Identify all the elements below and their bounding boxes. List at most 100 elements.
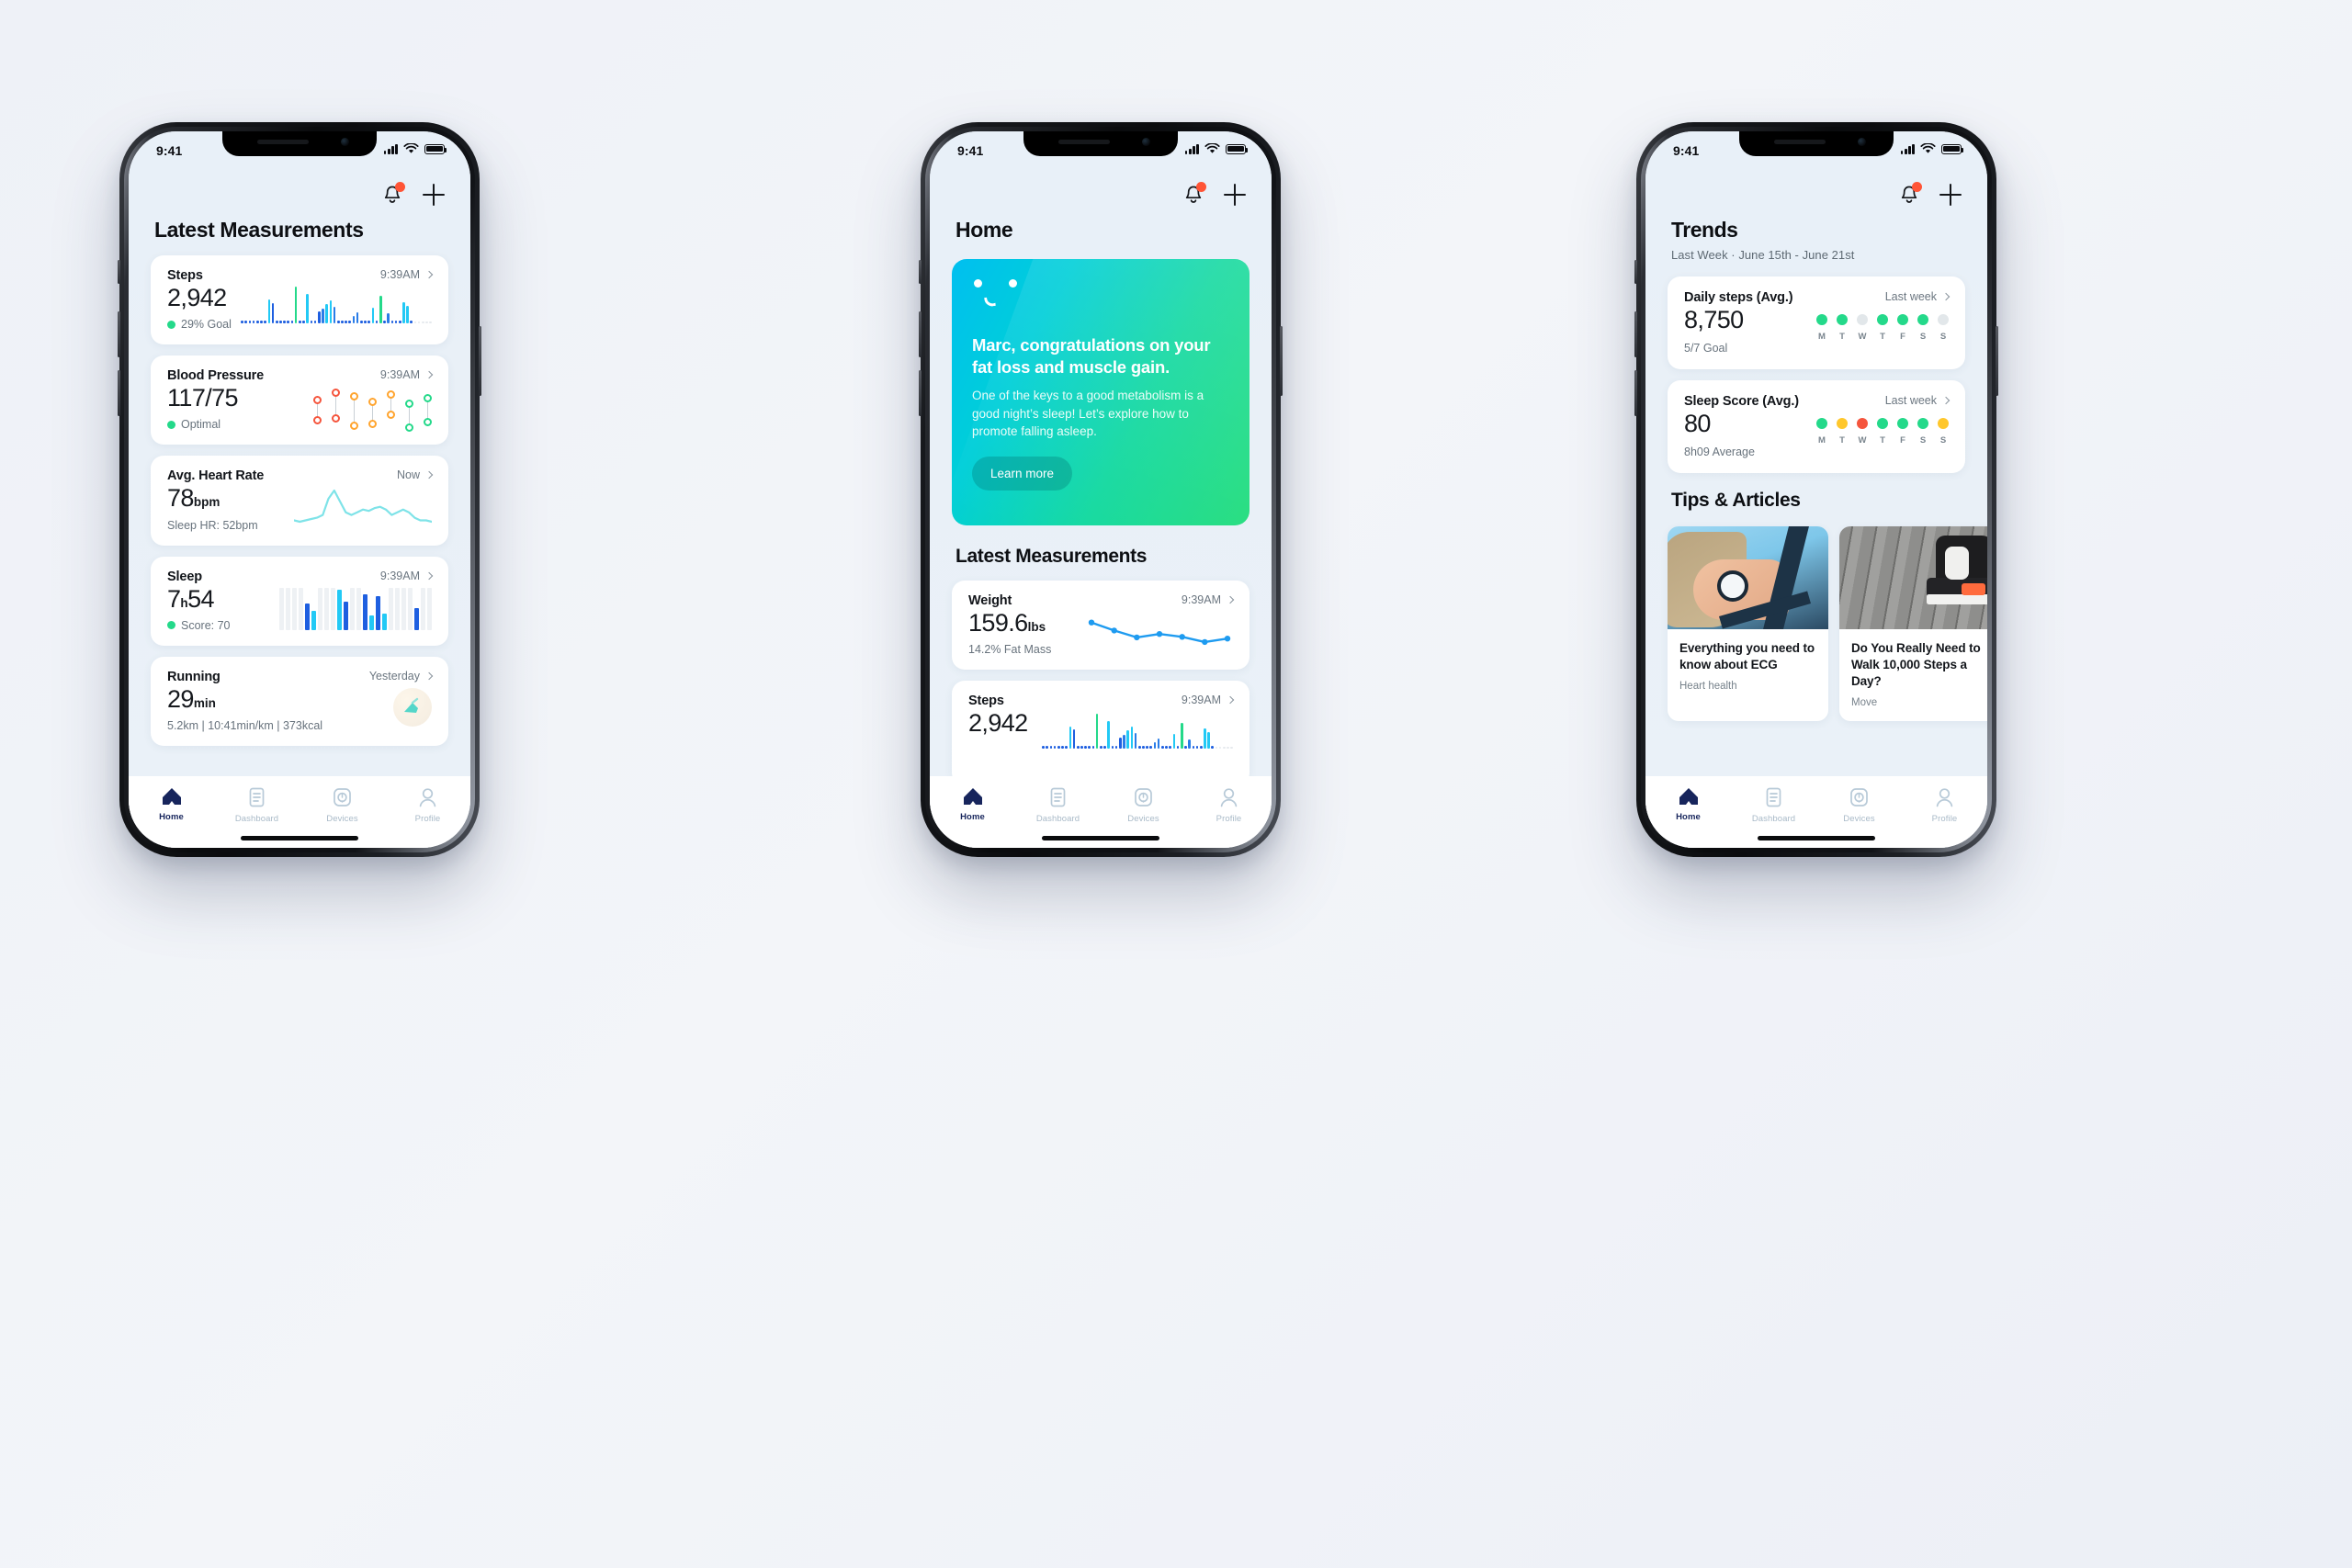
chevron-right-icon [1941, 396, 1951, 405]
article-meta: Everything you need to know about ECG He… [1668, 629, 1828, 705]
card-value: 159.6lbs [968, 609, 1051, 637]
card-sleep-info: Sleep 7h54 Score: 70 [167, 570, 231, 632]
tab-bar: Home Dashboard Devices Profile [129, 776, 470, 848]
card-weight[interactable]: Weight 159.6lbs 14.2% Fat Mass 9:39AM [952, 581, 1250, 671]
volume-down-button[interactable] [919, 370, 922, 416]
tab-dashboard[interactable]: Dashboard [1015, 787, 1101, 824]
weekly-score-dots: MTWTFSS [1816, 418, 1949, 446]
tab-dashboard[interactable]: Dashboard [1731, 787, 1816, 824]
tab-devices[interactable]: Devices [1816, 787, 1902, 824]
notifications-bell-icon[interactable] [1183, 182, 1206, 206]
power-button[interactable] [479, 326, 481, 396]
wifi-icon [1204, 143, 1220, 153]
tab-home[interactable]: Home [930, 787, 1015, 822]
card-range-link[interactable]: Last week [1885, 394, 1951, 407]
status-time: 9:41 [957, 143, 984, 158]
articles-carousel[interactable]: Everything you need to know about ECG He… [1645, 526, 1987, 722]
sleep-bar-chart [279, 587, 432, 630]
congrats-banner[interactable]: Marc, congratulations on your fat loss a… [952, 259, 1250, 525]
status-bar: 9:41 [129, 131, 470, 168]
timestamp-label: 9:39AM [379, 569, 420, 582]
power-button[interactable] [1280, 326, 1283, 396]
card-range-link[interactable]: Last week [1885, 290, 1951, 303]
tab-label: Dashboard [234, 814, 279, 824]
card-weight-right: 9:39AM [1051, 593, 1235, 656]
volume-down-button[interactable] [118, 370, 120, 416]
card-status: 8h09 Average [1684, 446, 1799, 458]
card-heart-rate[interactable]: Avg. Heart Rate 78bpm Sleep HR: 52bpm No… [151, 456, 448, 546]
article-card[interactable]: Do You Really Need to Walk 10,000 Steps … [1839, 526, 1987, 722]
eye-right [1009, 279, 1017, 288]
volume-up-button[interactable] [118, 311, 120, 357]
trends-scroll[interactable]: Daily steps (Avg.) 8,750 5/7 Goal Last w… [1645, 262, 1987, 776]
card-steps[interactable]: Steps 2,942 29% Goal 9:39AM [151, 255, 448, 345]
article-meta: Do You Really Need to Walk 10,000 Steps … [1839, 629, 1987, 721]
timestamp-label: 9:39AM [1181, 694, 1221, 707]
weekday-dot: S [1938, 418, 1949, 446]
blood-pressure-chart [313, 387, 432, 433]
volume-up-button[interactable] [919, 311, 922, 357]
home-indicator[interactable] [1758, 836, 1875, 840]
tab-profile[interactable]: Profile [1902, 787, 1987, 824]
tab-devices[interactable]: Devices [300, 787, 385, 824]
notification-badge [1196, 182, 1206, 192]
status-time: 9:41 [1673, 143, 1700, 158]
card-steps[interactable]: Steps 2,942 9:39AM [952, 681, 1250, 776]
weekday-dot: F [1897, 314, 1908, 342]
volume-up-button[interactable] [1634, 311, 1637, 357]
learn-more-button[interactable]: Learn more [972, 456, 1073, 491]
power-button[interactable] [1996, 326, 1998, 396]
article-title: Everything you need to know about ECG [1679, 641, 1815, 672]
banner-headline: Marc, congratulations on your fat loss a… [972, 335, 1211, 377]
weekday-dot: T [1877, 418, 1888, 446]
tab-profile[interactable]: Profile [385, 787, 470, 824]
notifications-bell-icon[interactable] [1899, 182, 1922, 206]
tab-profile[interactable]: Profile [1186, 787, 1272, 824]
card-title: Running [167, 669, 220, 684]
volume-down-button[interactable] [1634, 370, 1637, 416]
card-sleep-score[interactable]: Sleep Score (Avg.) 80 8h09 Average Last … [1668, 380, 1965, 474]
card-title: Sleep [167, 569, 202, 584]
card-status: Optimal [167, 418, 264, 431]
add-button[interactable] [1224, 184, 1246, 206]
tab-bar: Home Dashboard Devices Profile [1645, 776, 1987, 848]
article-card[interactable]: Everything you need to know about ECG He… [1668, 526, 1828, 722]
status-indicators [1184, 143, 1249, 154]
card-daily-steps-right: Last week MTWTFSS [1792, 290, 1951, 355]
page-subtitle: Last Week · June 15th - June 21st [1671, 248, 1855, 262]
watch-icon [1850, 788, 1868, 807]
measurements-list[interactable]: Steps 2,942 29% Goal 9:39AM Blood Pressu… [129, 243, 470, 776]
mute-switch[interactable] [118, 260, 120, 284]
weekday-dot: T [1837, 418, 1848, 446]
tab-home[interactable]: Home [129, 787, 214, 822]
card-daily-steps[interactable]: Daily steps (Avg.) 8,750 5/7 Goal Last w… [1668, 276, 1965, 370]
tab-label: Home [159, 812, 184, 822]
tab-devices[interactable]: Devices [1101, 787, 1186, 824]
card-status-label: 5.2km | 10:41min/km | 373kcal [167, 719, 323, 733]
tab-home[interactable]: Home [1645, 787, 1731, 822]
add-button[interactable] [1939, 184, 1962, 206]
card-title: Daily steps (Avg.) [1684, 290, 1793, 305]
card-timestamp: 9:39AM [379, 569, 434, 582]
tab-dashboard[interactable]: Dashboard [214, 787, 300, 824]
card-value: 2,942 [968, 709, 1028, 738]
mouth [983, 295, 997, 309]
add-button[interactable] [423, 184, 445, 206]
home-indicator[interactable] [241, 836, 358, 840]
wifi-icon [403, 143, 419, 153]
card-running[interactable]: Running 29min 5.2km | 10:41min/km | 373k… [151, 656, 448, 747]
card-hr-right: Now [264, 468, 434, 531]
notifications-bell-icon[interactable] [382, 182, 405, 206]
mute-switch[interactable] [1634, 260, 1637, 284]
home-scroll[interactable]: Marc, congratulations on your fat loss a… [930, 243, 1272, 776]
card-sleep[interactable]: Sleep 7h54 Score: 70 9:39AM [151, 556, 448, 646]
home-indicator[interactable] [1042, 836, 1159, 840]
timestamp-label: 9:39AM [379, 368, 420, 382]
card-title: Weight [968, 593, 1012, 608]
card-blood-pressure[interactable]: Blood Pressure 117/75 Optimal 9:39AM [151, 355, 448, 446]
mute-switch[interactable] [919, 260, 922, 284]
card-bp-info: Blood Pressure 117/75 Optimal [167, 368, 264, 431]
section-title-articles: Tips & Articles [1671, 490, 1801, 512]
battery-icon [1941, 143, 1964, 154]
weekday-dot: M [1816, 418, 1827, 446]
